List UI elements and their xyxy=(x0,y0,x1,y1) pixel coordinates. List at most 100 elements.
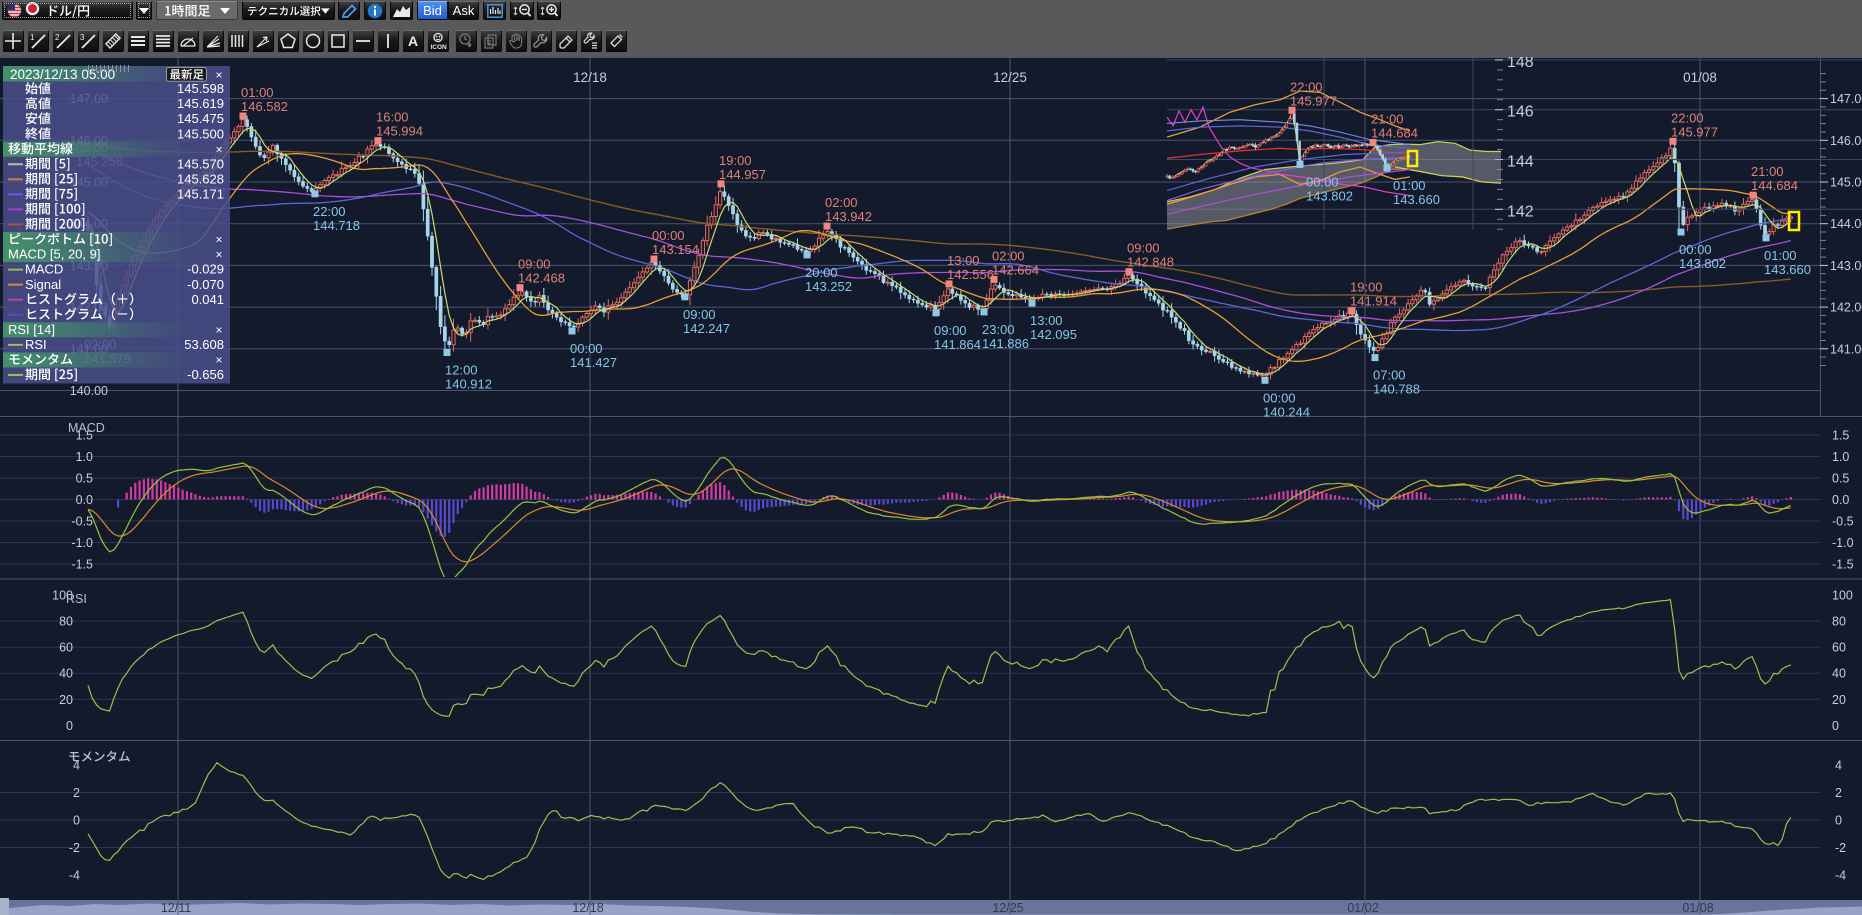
svg-text:00:00: 00:00 xyxy=(1679,242,1712,257)
svg-text:09:00: 09:00 xyxy=(683,307,716,322)
svg-text:146.00: 146.00 xyxy=(1830,134,1862,148)
svg-text:12/25: 12/25 xyxy=(992,901,1023,915)
svg-text:144.957: 144.957 xyxy=(719,167,766,182)
svg-text:RSI [14]: RSI [14] xyxy=(8,322,55,337)
svg-text:MACD [5, 20, 9]: MACD [5, 20, 9] xyxy=(8,247,100,262)
svg-text:1.0: 1.0 xyxy=(76,450,93,464)
svg-text:-1.0: -1.0 xyxy=(71,536,93,550)
svg-text:21:00: 21:00 xyxy=(1751,164,1784,179)
svg-text:20:00: 20:00 xyxy=(805,265,838,280)
svg-text:01:00: 01:00 xyxy=(241,85,274,100)
svg-text:141.914: 141.914 xyxy=(1350,294,1397,309)
svg-text:×: × xyxy=(215,142,222,156)
svg-text:-0.070: -0.070 xyxy=(187,277,224,292)
svg-text:-1.5: -1.5 xyxy=(71,558,93,572)
svg-text:0: 0 xyxy=(1832,719,1839,733)
svg-text:-1.5: -1.5 xyxy=(1832,558,1854,572)
svg-text:145.475: 145.475 xyxy=(177,111,224,126)
svg-text:146: 146 xyxy=(1507,104,1534,121)
svg-text:-4: -4 xyxy=(69,869,80,883)
svg-text:×: × xyxy=(215,323,222,337)
svg-text:12:00: 12:00 xyxy=(445,363,478,378)
svg-text:1: 1 xyxy=(30,33,35,42)
svg-text:145.598: 145.598 xyxy=(177,81,224,96)
svg-text:142.247: 142.247 xyxy=(683,321,730,336)
svg-text:0: 0 xyxy=(66,719,73,733)
svg-text:19:00: 19:00 xyxy=(719,153,752,168)
svg-text:×: × xyxy=(215,233,222,247)
svg-text:140.00: 140.00 xyxy=(70,384,108,398)
svg-text:01:00: 01:00 xyxy=(1764,248,1797,263)
svg-text:21:00: 21:00 xyxy=(1371,112,1404,127)
svg-text:00:00: 00:00 xyxy=(1263,390,1296,405)
svg-text:22:00: 22:00 xyxy=(313,204,346,219)
svg-text:145.570: 145.570 xyxy=(177,156,224,171)
svg-text:100: 100 xyxy=(1832,589,1853,603)
svg-text:143.802: 143.802 xyxy=(1679,256,1726,271)
svg-text:×: × xyxy=(215,353,222,367)
svg-text:-0.5: -0.5 xyxy=(71,515,93,529)
svg-text:142.00: 142.00 xyxy=(1830,301,1862,315)
svg-text:0.5: 0.5 xyxy=(1832,472,1849,486)
svg-text:RSI: RSI xyxy=(25,337,47,352)
svg-text:148: 148 xyxy=(1507,57,1534,71)
svg-text:09:00: 09:00 xyxy=(1127,241,1160,256)
svg-text:144.684: 144.684 xyxy=(1751,178,1798,193)
svg-text:00:00: 00:00 xyxy=(1306,174,1339,189)
svg-text:-2: -2 xyxy=(1835,841,1846,855)
svg-text:144.718: 144.718 xyxy=(313,218,360,233)
svg-text:0.5: 0.5 xyxy=(76,472,93,486)
svg-text:143.00: 143.00 xyxy=(1830,259,1862,273)
svg-text:60: 60 xyxy=(59,641,73,655)
svg-text:0.041: 0.041 xyxy=(191,292,224,307)
svg-text:142.468: 142.468 xyxy=(518,271,565,286)
svg-text:-1.0: -1.0 xyxy=(1832,536,1854,550)
svg-text:80: 80 xyxy=(59,615,73,629)
svg-text:140.244: 140.244 xyxy=(1263,404,1310,419)
svg-text:1.5: 1.5 xyxy=(1832,429,1849,443)
svg-text:16:00: 16:00 xyxy=(376,110,409,125)
svg-text:09:00: 09:00 xyxy=(518,257,551,272)
svg-text:53.608: 53.608 xyxy=(184,337,224,352)
svg-text:145.500: 145.500 xyxy=(177,126,224,141)
svg-text:-0.029: -0.029 xyxy=(187,262,224,277)
svg-text:20: 20 xyxy=(59,693,73,707)
svg-text:142.556: 142.556 xyxy=(947,267,994,282)
svg-text:12/18: 12/18 xyxy=(573,70,607,85)
svg-text:01/08: 01/08 xyxy=(1683,70,1717,85)
svg-text:×: × xyxy=(215,248,222,262)
svg-text:142: 142 xyxy=(1507,203,1534,220)
svg-text:142.664: 142.664 xyxy=(992,262,1039,277)
svg-text:141.00: 141.00 xyxy=(1830,342,1862,356)
svg-text:2: 2 xyxy=(55,33,60,42)
svg-text:146.582: 146.582 xyxy=(241,99,288,114)
svg-text:145.00: 145.00 xyxy=(1830,176,1862,190)
svg-text:01:00: 01:00 xyxy=(1393,178,1426,193)
svg-text:20: 20 xyxy=(1832,693,1846,707)
svg-text:147.00: 147.00 xyxy=(1830,92,1862,106)
svg-text:RSI: RSI xyxy=(66,592,87,606)
svg-text:-0.5: -0.5 xyxy=(1832,515,1854,529)
svg-text:0: 0 xyxy=(73,814,80,828)
svg-text:145.977: 145.977 xyxy=(1671,124,1718,139)
svg-text:02:00: 02:00 xyxy=(992,248,1025,263)
svg-text:140.788: 140.788 xyxy=(1373,382,1420,397)
svg-text:4: 4 xyxy=(1835,759,1842,773)
svg-text:0.0: 0.0 xyxy=(1832,493,1849,507)
svg-text:142.095: 142.095 xyxy=(1030,327,1077,342)
svg-text:60: 60 xyxy=(1832,641,1846,655)
svg-text:145.977: 145.977 xyxy=(1290,93,1337,108)
svg-text:3: 3 xyxy=(80,33,85,42)
svg-text:143.942: 143.942 xyxy=(825,209,872,224)
svg-text:01/02: 01/02 xyxy=(1347,901,1378,915)
svg-text:2: 2 xyxy=(73,786,80,800)
svg-text:Signal: Signal xyxy=(25,277,61,292)
svg-text:143.802: 143.802 xyxy=(1306,188,1353,203)
svg-text:140.912: 140.912 xyxy=(445,377,492,392)
svg-text:144.00: 144.00 xyxy=(1830,217,1862,231)
svg-text:0: 0 xyxy=(1835,814,1842,828)
svg-text:-2: -2 xyxy=(69,841,80,855)
svg-text:00:00: 00:00 xyxy=(652,228,685,243)
svg-text:19:00: 19:00 xyxy=(1350,280,1383,295)
svg-text:143.252: 143.252 xyxy=(805,279,852,294)
